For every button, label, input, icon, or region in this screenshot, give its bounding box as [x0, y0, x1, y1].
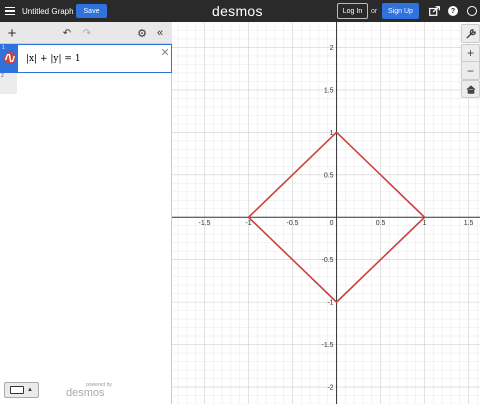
- collapse-panel-icon[interactable]: «: [153, 25, 167, 41]
- x-tick-label: 1.5: [464, 220, 474, 227]
- x-tick-label: -1: [245, 220, 251, 227]
- expression-number: 1: [2, 45, 5, 51]
- redo-icon[interactable]: ↷: [81, 25, 93, 41]
- globe-icon[interactable]: [464, 3, 480, 19]
- add-expression-icon[interactable]: +: [5, 25, 19, 42]
- y-tick-label: 1.5: [324, 87, 334, 94]
- x-tick-label: 0: [330, 220, 334, 227]
- expression-toolbar: + ↶ ↷ ⚙ «: [0, 22, 172, 44]
- x-tick-label: 0.5: [376, 220, 386, 227]
- y-tick-label: -1: [327, 300, 333, 307]
- expression-row-1[interactable]: 1 |x| + |y| = 1 ✕: [0, 44, 172, 73]
- expression-tab[interactable]: 2: [0, 73, 17, 94]
- desmos-logo: desmos: [212, 3, 263, 19]
- expression-tab[interactable]: 1: [1, 45, 18, 72]
- caret-up-icon: ▲: [27, 387, 33, 393]
- expression-number: 2: [1, 73, 4, 79]
- expression-row-2[interactable]: 2: [0, 73, 172, 94]
- y-tick-label: -0.5: [321, 257, 333, 264]
- desmos-app: Untitled Graph Save desmos Log In or Sig…: [0, 0, 480, 404]
- y-tick-label: -2: [327, 385, 333, 392]
- zoom-out-button[interactable]: −: [461, 62, 480, 80]
- keyboard-toggle-button[interactable]: ▲: [4, 382, 39, 398]
- y-tick-label: -1.5: [321, 342, 333, 349]
- or-text: or: [371, 7, 378, 15]
- login-button[interactable]: Log In: [337, 3, 368, 19]
- x-tick-label: -0.5: [287, 220, 299, 227]
- save-button[interactable]: Save: [76, 4, 107, 18]
- x-tick-label: -1.5: [199, 220, 211, 227]
- wrench-icon[interactable]: [461, 24, 480, 43]
- expression-input[interactable]: |x| + |y| = 1: [26, 45, 81, 72]
- home-icon[interactable]: [461, 80, 480, 98]
- undo-icon[interactable]: ↶: [61, 25, 73, 41]
- gear-icon[interactable]: ⚙: [136, 25, 148, 41]
- x-tick-label: 1: [423, 220, 427, 227]
- y-tick-label: 2: [330, 45, 334, 52]
- zoom-in-button[interactable]: +: [461, 44, 480, 62]
- top-bar: Untitled Graph Save desmos Log In or Sig…: [0, 0, 480, 22]
- hamburger-menu-icon[interactable]: [5, 0, 15, 22]
- graph-canvas[interactable]: -1.5 -1 -0.5 0 0.5 1 1.521.510.5-0.5-1-1.5-2: [172, 22, 480, 404]
- delete-expression-icon[interactable]: ✕: [159, 46, 171, 59]
- help-icon[interactable]: ?: [445, 3, 461, 19]
- graph-paper[interactable]: -1.5 -1 -0.5 0 0.5 1 1.5 2 1.5 1 0.5 -0.5 -1 -1.5 -2: [172, 22, 480, 404]
- y-tick-label: 0.5: [324, 172, 334, 179]
- powered-by-logo: desmos: [66, 387, 105, 399]
- graph-color-icon[interactable]: [4, 52, 16, 64]
- keyboard-icon: [10, 386, 25, 394]
- share-icon[interactable]: [426, 3, 442, 19]
- graph-title[interactable]: Untitled Graph: [22, 0, 74, 22]
- expression-panel: + ↶ ↷ ⚙ « 1 |x| + |y| = 1 ✕ 2 ▲ powered …: [0, 22, 172, 404]
- signup-button[interactable]: Sign Up: [382, 3, 419, 19]
- help-glyph: ?: [448, 6, 458, 16]
